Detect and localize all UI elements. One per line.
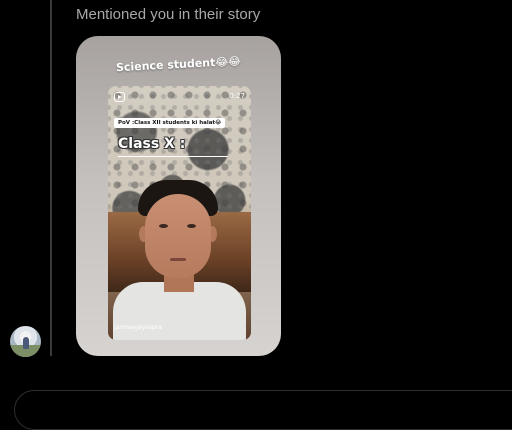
message-composer[interactable] xyxy=(14,390,512,430)
reel-username: janmayjaysapra xyxy=(114,324,162,331)
reel-duration: 0:27 xyxy=(229,92,245,100)
reel-icon xyxy=(114,92,125,102)
story-caption: Science student😂😂 xyxy=(115,54,242,75)
sender-avatar[interactable] xyxy=(10,326,41,357)
left-eye xyxy=(159,224,168,228)
overlay-divider xyxy=(118,156,228,157)
pov-text-label: PoV :Class XII students ki halat😂 xyxy=(114,118,226,128)
story-mention-text: Mentioned you in their story xyxy=(76,6,261,23)
face xyxy=(145,194,211,278)
story-preview-card[interactable]: Science student😂😂 0:27 PoV :Class XII st… xyxy=(76,36,281,356)
reply-thread-line xyxy=(50,0,52,356)
avatar-figure xyxy=(23,337,29,349)
reel-preview[interactable]: 0:27 PoV :Class XII students ki halat😂 C… xyxy=(108,86,251,340)
class-overlay-text: Class X : xyxy=(118,136,186,152)
right-eye xyxy=(187,224,196,228)
mouth xyxy=(170,258,186,261)
